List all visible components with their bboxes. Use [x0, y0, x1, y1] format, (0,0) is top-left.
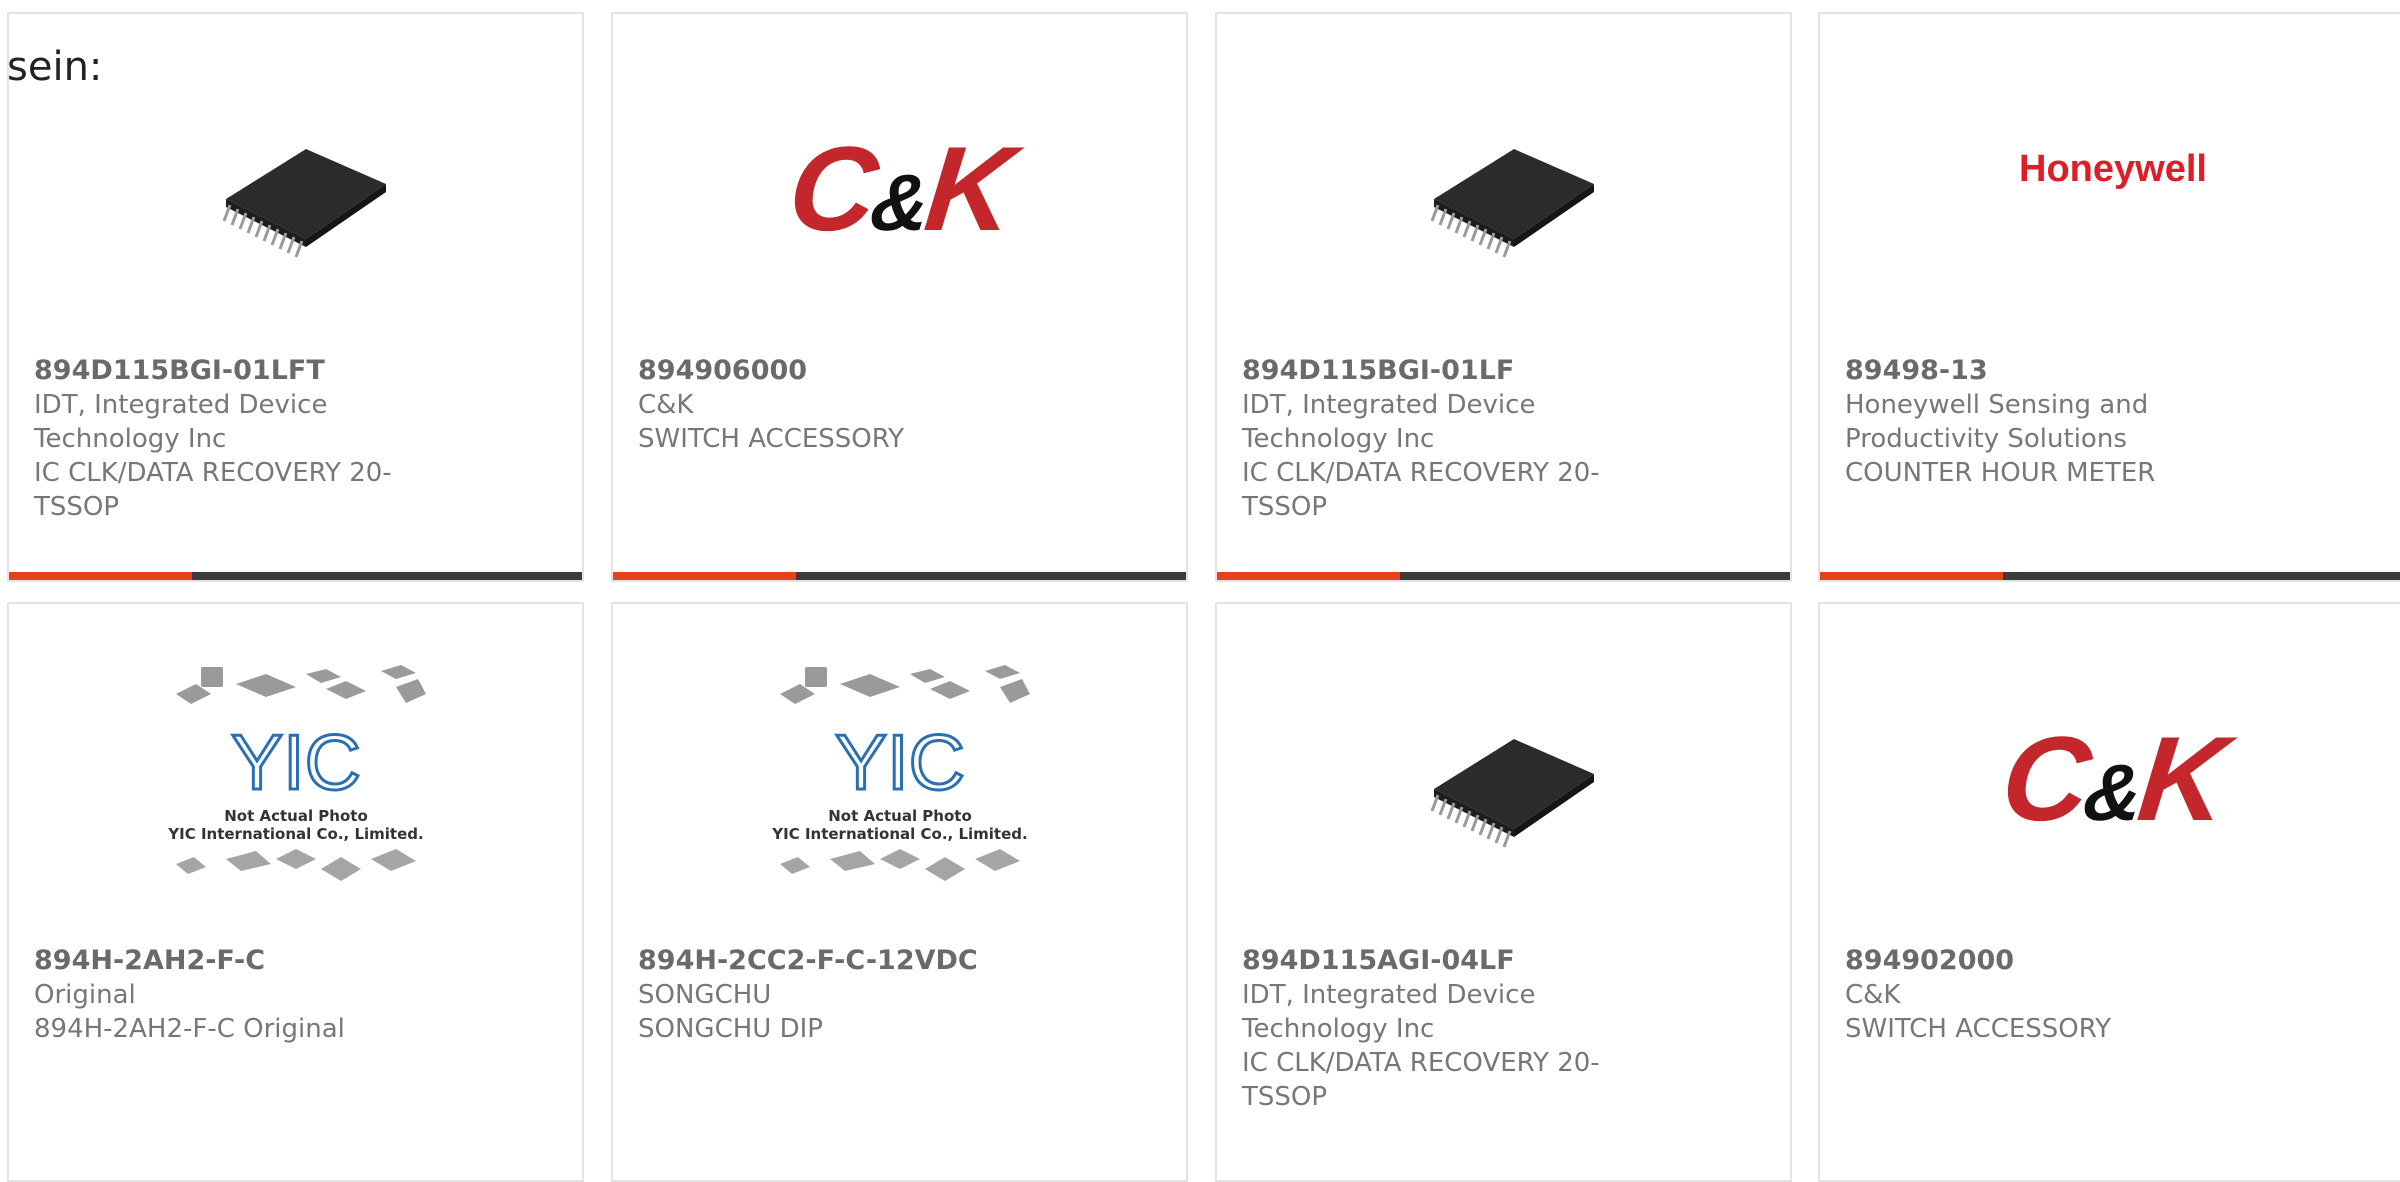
chip-tssop-icon [1430, 739, 1594, 848]
chip-tssop-icon [1430, 149, 1594, 258]
description: 894H-2AH2-F-C Original [34, 1014, 345, 1044]
product-image[interactable]: C&K [613, 84, 1186, 294]
svg-text:Not Actual Photo: Not Actual Photo [224, 807, 368, 825]
description: COUNTER HOUR METER [1845, 458, 2156, 488]
chip-tssop-icon [222, 149, 386, 258]
product-info: 894902000 C&K SWITCH ACCESSORY [1845, 944, 2225, 1046]
manufacturer: IDT, Integrated Device Technology Inc [1242, 390, 1536, 454]
part-number[interactable]: 894D115AGI-04LF [1242, 944, 1622, 978]
product-image[interactable] [9, 84, 582, 294]
description: IC CLK/DATA RECOVERY 20-TSSOP [34, 458, 392, 522]
svg-text:YIC: YIC [834, 718, 964, 806]
product-card[interactable]: C&K 894902000 C&K SWITCH ACCESSORY [1818, 602, 2400, 1182]
product-info: 894H-2AH2-F-C Original 894H-2AH2-F-C Ori… [34, 944, 414, 1046]
product-card[interactable]: 894D115AGI-04LF IDT, Integrated Device T… [1215, 602, 1792, 1182]
manufacturer: Honeywell Sensing and Productivity Solut… [1845, 390, 2149, 454]
product-image[interactable] [1217, 674, 1790, 884]
part-number[interactable]: 894H-2AH2-F-C [34, 944, 414, 978]
manufacturer: IDT, Integrated Device Technology Inc [34, 390, 328, 454]
product-grid: 894D115BGI-01LFT IDT, Integrated Device … [0, 0, 2400, 1182]
part-number[interactable]: 894H-2CC2-F-C-12VDC [638, 944, 1018, 978]
svg-text:YIC International Co., Limited: YIC International Co., Limited. [771, 825, 1027, 843]
product-card[interactable]: YIC Not Actual Photo YIC International C… [611, 602, 1188, 1182]
product-info: 894H-2CC2-F-C-12VDC SONGCHU SONGCHU DIP [638, 944, 1018, 1046]
svg-text:YIC: YIC [230, 718, 360, 806]
lead-text: sein: [7, 44, 103, 90]
product-card[interactable]: 894D115BGI-01LF IDT, Integrated Device T… [1215, 12, 1792, 582]
card-bottom-bar [613, 572, 1186, 580]
product-image[interactable] [1217, 84, 1790, 294]
product-info: 894D115AGI-04LF IDT, Integrated Device T… [1242, 944, 1622, 1114]
description: IC CLK/DATA RECOVERY 20-TSSOP [1242, 1048, 1600, 1112]
part-number[interactable]: 894902000 [1845, 944, 2225, 978]
yic-placeholder-icon: YIC Not Actual Photo YIC International C… [771, 665, 1030, 881]
svg-text:Not Actual Photo: Not Actual Photo [828, 807, 972, 825]
product-info: 894D115BGI-01LF IDT, Integrated Device T… [1242, 354, 1622, 524]
part-number[interactable]: 894906000 [638, 354, 1018, 388]
product-info: 894906000 C&K SWITCH ACCESSORY [638, 354, 1018, 456]
yic-placeholder-icon: YIC Not Actual Photo YIC International C… [167, 665, 426, 881]
manufacturer: Original [34, 980, 136, 1010]
manufacturer: IDT, Integrated Device Technology Inc [1242, 980, 1536, 1044]
product-info: 89498-13 Honeywell Sensing and Productiv… [1845, 354, 2225, 490]
part-number[interactable]: 89498-13 [1845, 354, 2225, 388]
part-number[interactable]: 894D115BGI-01LF [1242, 354, 1622, 388]
description: SONGCHU DIP [638, 1014, 823, 1044]
product-card[interactable]: C&K 894906000 C&K SWITCH ACCESSORY [611, 12, 1188, 582]
card-bottom-bar [1820, 572, 2400, 580]
card-bottom-bar [1217, 572, 1790, 580]
description: SWITCH ACCESSORY [1845, 1014, 2112, 1044]
product-info: 894D115BGI-01LFT IDT, Integrated Device … [34, 354, 414, 524]
ck-logo: C&K [1996, 712, 2230, 846]
ck-logo: C&K [782, 122, 1017, 256]
product-image[interactable]: YIC Not Actual Photo YIC International C… [9, 665, 582, 884]
product-image[interactable]: Honeywell [1820, 84, 2400, 294]
manufacturer: SONGCHU [638, 980, 772, 1010]
manufacturer: C&K [638, 390, 694, 420]
product-card[interactable]: 894D115BGI-01LFT IDT, Integrated Device … [7, 12, 584, 582]
svg-text:YIC International Co., Limited: YIC International Co., Limited. [167, 825, 423, 843]
product-image[interactable]: C&K [1820, 674, 2400, 884]
card-bottom-bar [9, 572, 582, 580]
product-image[interactable]: YIC Not Actual Photo YIC International C… [613, 665, 1186, 884]
description: SWITCH ACCESSORY [638, 424, 905, 454]
product-card[interactable]: YIC Not Actual Photo YIC International C… [7, 602, 584, 1182]
description: IC CLK/DATA RECOVERY 20-TSSOP [1242, 458, 1600, 522]
manufacturer: C&K [1845, 980, 1901, 1010]
product-card[interactable]: Honeywell 89498-13 Honeywell Sensing and… [1818, 12, 2400, 582]
honeywell-logo: Honeywell [2019, 147, 2207, 190]
part-number[interactable]: 894D115BGI-01LFT [34, 354, 414, 388]
